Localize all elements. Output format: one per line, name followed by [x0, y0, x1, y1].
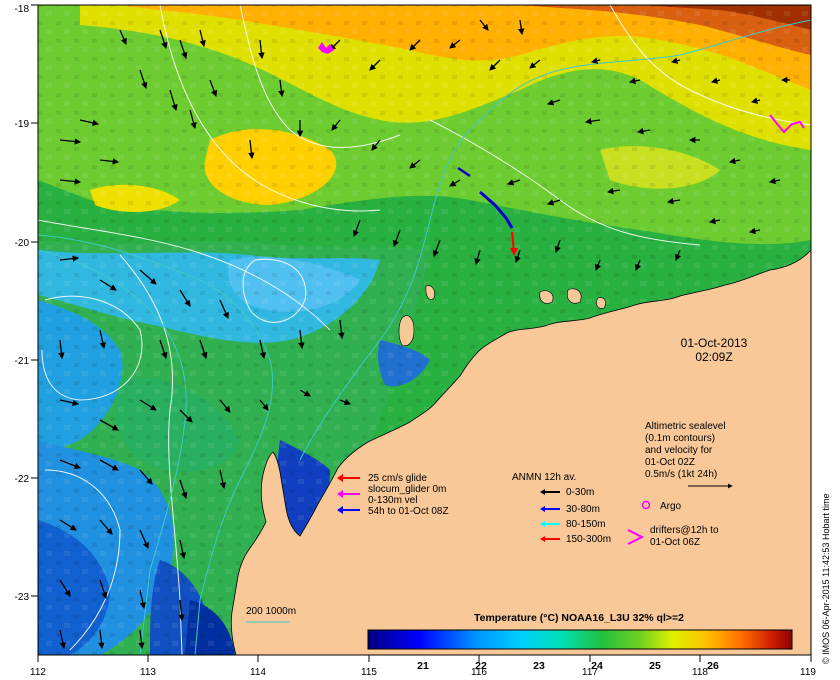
altimetry-line: (0.1m contours): [645, 433, 715, 444]
anmn-item-label: 150-300m: [566, 534, 611, 545]
altimetry-line: and velocity for: [645, 445, 713, 456]
colorbar-tick-label: 21: [417, 660, 429, 672]
lat-tick-label: -22: [15, 474, 30, 485]
time-label: 02:09Z: [695, 350, 732, 364]
glider-line: 54h to 01-Oct 08Z: [368, 506, 449, 517]
lon-tick-label: 112: [30, 667, 46, 678]
argo-label: Argo: [660, 501, 682, 512]
isobath-label: 200 1000m: [246, 606, 296, 617]
drifter-line: 01-Oct 06Z: [650, 537, 700, 548]
credit-text: © IMOS 06-Apr-2015 11:42:53 Hobart time: [821, 493, 831, 664]
glider-line: 0-130m vel: [368, 495, 417, 506]
lat-tick-label: -20: [15, 238, 30, 249]
altimetry-line: 0.5m/s (1kt 24h): [645, 469, 717, 480]
lat-tick-label: -23: [15, 592, 30, 603]
colorbar-title: Temperature (°C) NOAA16_L3U 32% ql>=2: [474, 612, 684, 624]
altimetry-line: 01-Oct 02Z: [645, 457, 695, 468]
lon-tick-label: 119: [800, 667, 816, 678]
island-5: [596, 297, 606, 309]
anmn-title: ANMN 12h av.: [512, 472, 576, 483]
colorbar-gradient: [367, 629, 793, 650]
date-label: 01-Oct-2013: [681, 336, 748, 350]
island-4: [567, 288, 582, 304]
lat-tick-label: -21: [15, 356, 30, 367]
glider-line: slocum_glider 0m: [368, 484, 446, 495]
lat-tick-label: -19: [15, 119, 30, 130]
lon-tick-label: 118: [692, 667, 708, 678]
anmn-item-label: 30-80m: [566, 504, 600, 515]
lon-tick-label: 114: [250, 667, 266, 678]
anmn-item-label: 80-150m: [566, 519, 605, 530]
colorbar-tick-label: 26: [707, 660, 719, 672]
drifter-line: drifters@12h to: [650, 525, 719, 536]
sst-map: 112 113 114 115 116 117 118 119 -18 -19 …: [15, 4, 831, 678]
lat-tick-label: -18: [15, 4, 30, 15]
colorbar-tick-label: 22: [475, 660, 487, 672]
lon-tick-label: 115: [361, 667, 377, 678]
anmn-item-label: 0-30m: [566, 487, 594, 498]
lon-tick-label: 113: [140, 667, 156, 678]
colorbar-tick-label: 24: [591, 660, 603, 672]
lat-axis-labels: -18 -19 -20 -21 -22 -23: [15, 4, 30, 603]
colorbar-tick-label: 23: [533, 660, 545, 672]
colorbar-tick-label: 25: [649, 660, 661, 672]
glider-line: 25 cm/s glide: [368, 473, 427, 484]
altimetry-line: Altimetric sealevel: [645, 421, 726, 432]
island-1: [398, 315, 415, 347]
